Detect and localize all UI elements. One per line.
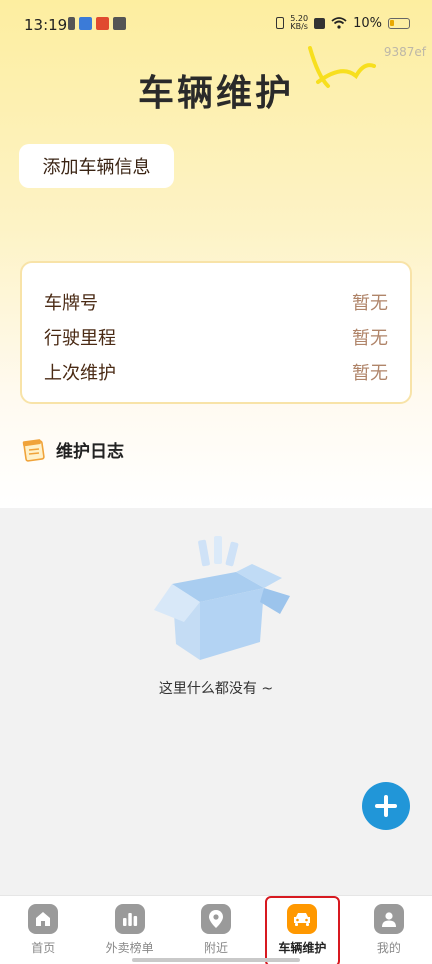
notebook-icon <box>22 438 45 462</box>
vibrate-icon <box>276 17 285 29</box>
mileage-value: 暂无 <box>352 328 388 349</box>
nav-item-vehicle-maintenance[interactable]: 车辆维护 <box>259 896 345 964</box>
wifi-icon <box>331 17 347 29</box>
info-row-plate: 车牌号 暂无 <box>44 285 388 319</box>
status-right: 5.20 KB/s 10% <box>276 15 410 31</box>
battery-icon <box>388 17 410 29</box>
home-indicator <box>132 958 300 962</box>
car-icon <box>287 904 318 934</box>
battery-percent: 10% <box>353 15 382 31</box>
mileage-label: 行驶里程 <box>44 328 116 349</box>
empty-state-text: 这里什么都没有 ~ <box>158 681 274 697</box>
watermark: 9387ef <box>383 45 426 59</box>
nav-label: 车辆维护 <box>278 941 327 955</box>
news-notification-icon <box>96 17 109 30</box>
network-speed: 5.20 KB/s <box>290 15 308 31</box>
close-box-icon <box>314 17 326 29</box>
nav-item-nearby[interactable]: 附近 <box>173 896 259 964</box>
add-log-button[interactable] <box>362 782 410 830</box>
sim-icon <box>68 17 75 30</box>
plus-icon <box>375 795 397 817</box>
page-title: 车辆维护 <box>137 73 294 114</box>
chart-icon <box>114 904 145 934</box>
add-vehicle-button[interactable]: 添加车辆信息 <box>19 144 174 188</box>
nav-label: 我的 <box>376 941 401 955</box>
plate-value: 暂无 <box>352 293 388 314</box>
nav-label: 附近 <box>204 941 229 955</box>
app-notification-icon <box>79 17 92 30</box>
last-maintenance-value: 暂无 <box>352 363 388 384</box>
last-maintenance-label: 上次维护 <box>44 363 116 384</box>
bottom-nav: 首页 外卖榜单 附近 车辆维护 我的 <box>0 895 432 964</box>
maintenance-log-header: 维护日志 <box>22 437 124 462</box>
square-notification-icon <box>113 17 126 30</box>
location-pin-icon <box>201 904 232 934</box>
user-icon <box>373 904 404 934</box>
nav-item-profile[interactable]: 我的 <box>346 896 432 964</box>
nav-item-takeout-ranking[interactable]: 外卖榜单 <box>86 896 172 964</box>
info-row-mileage: 行驶里程 暂无 <box>44 320 388 354</box>
nav-label: 外卖榜单 <box>105 941 154 955</box>
info-row-last-maintenance: 上次维护 暂无 <box>44 355 388 389</box>
status-time: 13:19 <box>24 16 68 34</box>
home-icon <box>28 904 59 934</box>
maintenance-log-title: 维护日志 <box>56 442 124 462</box>
network-speed-unit: KB/s <box>290 22 308 31</box>
vehicle-info-card: 车牌号 暂无 行驶里程 暂无 上次维护 暂无 <box>20 261 412 404</box>
status-bar: 13:19 5.20 KB/s 10% <box>0 0 432 52</box>
nav-label: 首页 <box>31 941 56 955</box>
empty-box-icon <box>154 536 290 660</box>
plate-label: 车牌号 <box>44 293 98 314</box>
nav-item-home[interactable]: 首页 <box>0 896 86 964</box>
notification-icons <box>68 17 126 30</box>
